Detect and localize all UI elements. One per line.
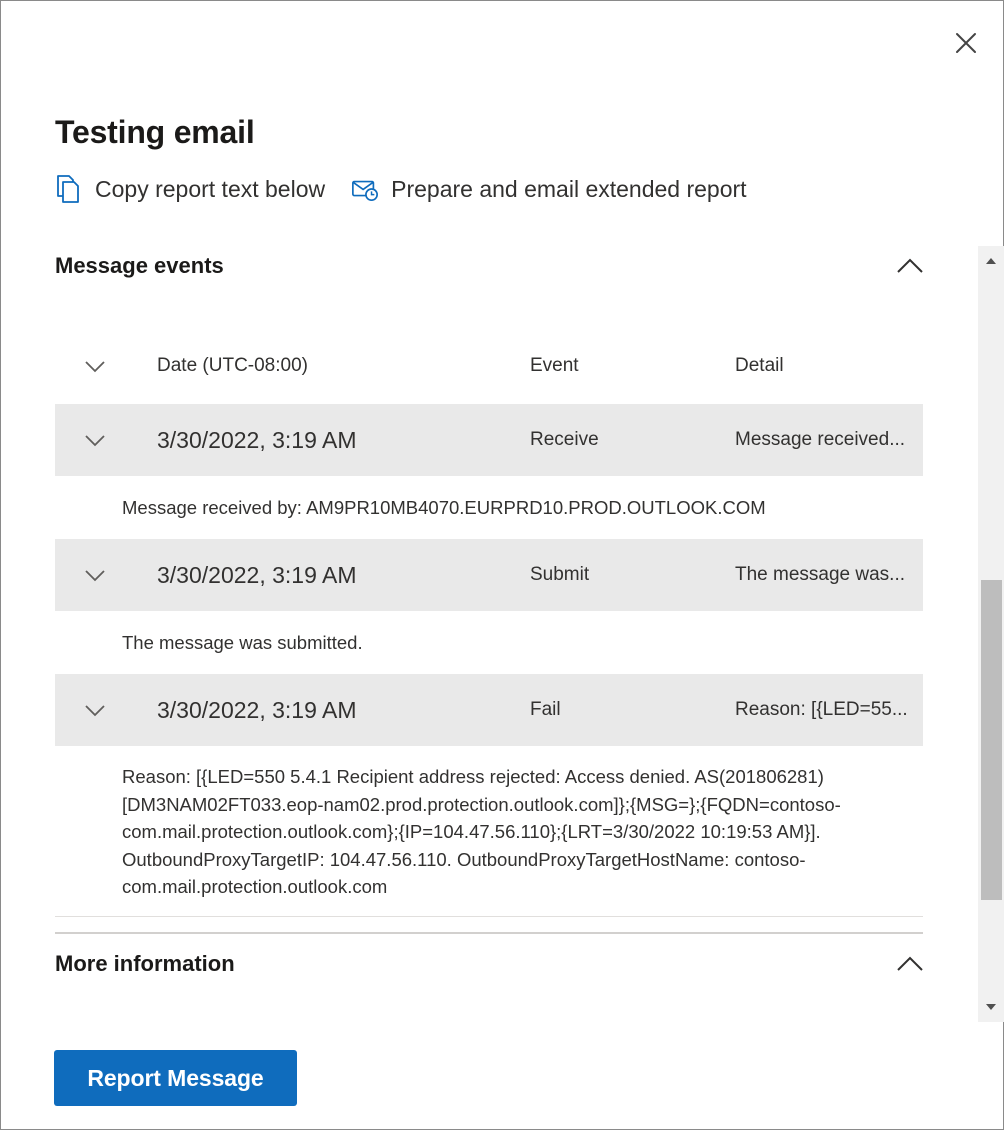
event-date: 3/30/2022, 3:19 AM: [157, 561, 357, 588]
email-report-icon: [351, 174, 379, 204]
chevron-up-icon[interactable]: [895, 949, 925, 979]
event-detail: Reason: [{LED=55...: [735, 699, 908, 720]
message-events-header[interactable]: Message events: [55, 246, 925, 286]
more-information-label: More information: [55, 951, 235, 976]
copy-report-button[interactable]: Copy report text below: [55, 174, 325, 204]
column-header-date[interactable]: Date (UTC-08:00): [157, 344, 308, 388]
close-icon: [956, 33, 976, 53]
column-header-event[interactable]: Event: [530, 344, 579, 388]
divider: [55, 916, 923, 917]
message-events-label: Message events: [55, 253, 224, 278]
event-type: Fail: [530, 699, 561, 720]
event-detail-expanded: Message received by: AM9PR10MB4070.EURPR…: [122, 497, 766, 518]
event-detail: Message received...: [735, 429, 906, 450]
scrollbar-thumb[interactable]: [981, 580, 1002, 900]
scroll-down-arrow[interactable]: [978, 994, 1004, 1020]
event-row[interactable]: 3/30/2022, 3:19 AM Submit The message wa…: [55, 539, 923, 611]
events-table-header: Date (UTC-08:00) Event Detail: [55, 344, 923, 388]
event-detail-expanded: Reason: [{LED=550 5.4.1 Recipient addres…: [122, 763, 922, 901]
chevron-down-icon[interactable]: [75, 420, 115, 460]
column-header-detail[interactable]: Detail: [735, 344, 784, 388]
copy-icon: [55, 174, 83, 204]
event-date: 3/30/2022, 3:19 AM: [157, 696, 357, 723]
email-report-label: Prepare and email extended report: [391, 175, 747, 202]
event-row[interactable]: 3/30/2022, 3:19 AM Fail Reason: [{LED=55…: [55, 674, 923, 746]
chevron-down-icon[interactable]: [75, 346, 115, 386]
event-type: Submit: [530, 564, 590, 585]
chevron-down-icon[interactable]: [75, 555, 115, 595]
detail-line: [DM3NAM02FT033.eop-nam02.prod.protection…: [122, 793, 841, 815]
more-information-header[interactable]: More information: [55, 944, 925, 984]
event-detail-expanded: The message was submitted.: [122, 632, 363, 653]
chevron-up-icon[interactable]: [895, 251, 925, 281]
section-divider: [55, 932, 923, 934]
copy-report-label: Copy report text below: [95, 175, 326, 202]
event-detail: The message was...: [735, 564, 906, 585]
event-row[interactable]: 3/30/2022, 3:19 AM Receive Message recei…: [55, 404, 923, 476]
detail-line: com.mail.protection.outlook.com};{IP=104…: [122, 821, 821, 842]
report-message-button[interactable]: Report Message: [54, 1050, 297, 1106]
scroll-up-arrow[interactable]: [978, 248, 1004, 274]
chevron-down-icon[interactable]: [75, 690, 115, 730]
event-type: Receive: [530, 429, 599, 450]
detail-line: OutboundProxyTargetIP: 104.47.56.110. Ou…: [122, 848, 806, 870]
close-button[interactable]: [951, 28, 981, 58]
detail-line: com.mail.protection.outlook.com: [122, 876, 388, 897]
page-title: Testing email: [55, 114, 255, 150]
event-date: 3/30/2022, 3:19 AM: [157, 426, 357, 453]
action-bar: Copy report text below Prepare and email…: [55, 172, 773, 206]
detail-line: Reason: [{LED=550 5.4.1 Recipient addres…: [122, 766, 824, 787]
report-scroll-area[interactable]: Message events Date (UTC-08:00) Event De…: [0, 246, 1004, 1022]
email-report-button[interactable]: Prepare and email extended report: [351, 174, 747, 204]
vertical-scrollbar[interactable]: [978, 246, 1004, 1022]
